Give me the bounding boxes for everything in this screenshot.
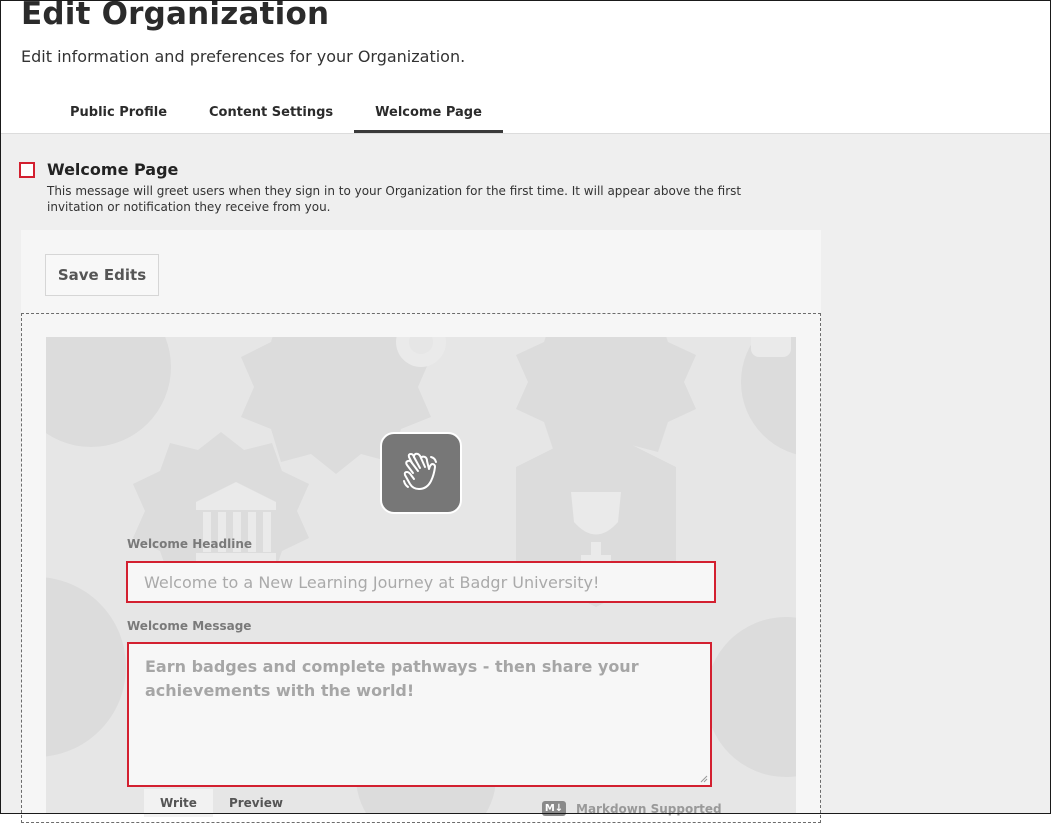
tab-welcome-page[interactable]: Welcome Page	[354, 94, 503, 133]
save-edits-button[interactable]: Save Edits	[45, 254, 159, 296]
page-header: Edit Organization Edit information and p…	[0, 0, 1051, 134]
highlight-marker	[19, 162, 35, 178]
section-description: This message will greet users when they …	[47, 184, 742, 214]
headline-label: Welcome Headline	[127, 537, 253, 551]
markdown-note-text: Markdown Supported	[576, 801, 722, 816]
tab-content-settings[interactable]: Content Settings	[188, 94, 354, 133]
tab-public-profile[interactable]: Public Profile	[49, 94, 188, 133]
message-label: Welcome Message	[127, 619, 252, 633]
resize-grip-icon[interactable]	[700, 775, 708, 783]
headline-placeholder: Welcome to a New Learning Journey at Bad…	[144, 572, 600, 592]
welcome-headline-input[interactable]: Welcome to a New Learning Journey at Bad…	[126, 561, 716, 603]
tab-preview[interactable]: Preview	[213, 789, 299, 817]
tab-bar: Public Profile Content Settings Welcome …	[49, 94, 503, 133]
page-subtitle: Edit information and preferences for you…	[21, 47, 466, 66]
welcome-message-textarea[interactable]: Earn badges and complete pathways - then…	[127, 642, 712, 787]
section-title: Welcome Page	[47, 160, 179, 179]
page-title: Edit Organization	[21, 0, 330, 32]
message-placeholder: Earn badges and complete pathways - then…	[145, 657, 639, 700]
welcome-icon-tile[interactable]	[380, 432, 462, 514]
tab-write[interactable]: Write	[144, 789, 213, 817]
editor-tabs: Write Preview	[144, 789, 299, 817]
waving-hand-icon	[403, 452, 437, 490]
